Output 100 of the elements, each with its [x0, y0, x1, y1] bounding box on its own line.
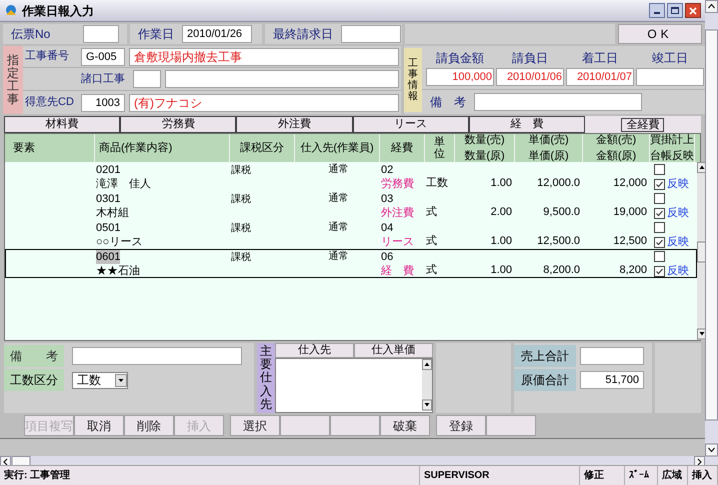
- blank-button[interactable]: [330, 415, 380, 436]
- table-row[interactable]: 0501 ○○リース 課税 通常 04 リース 式 1.00 12,500.0 12,500 反映: [5, 220, 697, 249]
- input-field[interactable]: [72, 347, 242, 365]
- table-cell: 0601: [96, 250, 120, 264]
- field-label: 売上合計: [514, 345, 576, 367]
- status-bar-item: 挿入: [688, 466, 718, 485]
- field-label: 作業日: [138, 26, 174, 43]
- ledger-link[interactable]: 反映: [667, 207, 689, 219]
- tab[interactable]: 経 費: [468, 116, 585, 133]
- status-bar-item: 修正: [580, 466, 625, 485]
- column-header: 課税区分: [230, 134, 295, 162]
- table-cell: 木村組: [96, 206, 129, 220]
- checked-checkbox-icon[interactable]: [654, 208, 665, 218]
- table-cell: 12,000: [613, 176, 647, 190]
- field-label: 工事番号: [24, 48, 70, 64]
- input-field[interactable]: 51,700: [580, 371, 644, 389]
- action-button[interactable]: 取消: [74, 415, 124, 436]
- checkbox-icon[interactable]: [654, 222, 665, 233]
- input-field[interactable]: (有)フナコシ: [129, 94, 399, 112]
- column-header: 要素: [5, 134, 95, 162]
- column-header: 単価(売) 単価(原): [515, 134, 583, 162]
- action-button[interactable]: 登録: [436, 415, 486, 436]
- vertical-scrollbar[interactable]: [705, 0, 718, 465]
- table-row[interactable]: 0601 ★★石油 課税 通常 06 経 費 式 1.00 8,200.0 8,200 反映: [5, 249, 697, 278]
- table-cell: 課税: [231, 223, 251, 234]
- column-header: 仕入単価: [354, 343, 433, 358]
- field-label: 着工日: [582, 50, 618, 67]
- checkbox-icon[interactable]: [654, 251, 665, 262]
- table-cell: 9,500.0: [543, 205, 580, 219]
- ledger-link[interactable]: 反映: [667, 265, 689, 277]
- ok-button[interactable]: OK: [618, 24, 702, 44]
- field-label: 原価合計: [514, 369, 576, 391]
- table-cell: 通常: [328, 163, 348, 177]
- checked-checkbox-icon[interactable]: [654, 236, 665, 248]
- tab[interactable]: 材料費: [4, 116, 120, 133]
- field-label: 竣工日: [652, 50, 688, 67]
- input-field[interactable]: [341, 25, 401, 43]
- table-cell: 1.00: [490, 263, 512, 277]
- input-field[interactable]: 2010/01/26: [182, 25, 252, 43]
- action-button[interactable]: 破棄: [380, 415, 430, 436]
- action-button[interactable]: 選択: [230, 415, 280, 436]
- table-cell: 03: [381, 192, 394, 206]
- table-cell: 労務費: [381, 177, 414, 191]
- blank-button[interactable]: [280, 415, 330, 436]
- close-button[interactable]: [685, 3, 701, 18]
- tab[interactable]: 労務費: [120, 116, 236, 133]
- tab[interactable]: 外注費: [236, 116, 353, 133]
- table-cell: 8,200: [619, 263, 647, 277]
- column-header: 買掛計上 台帳反映: [650, 134, 695, 162]
- table-row[interactable]: 0201 滝澤 佳人 課税 通常 02 労務費 工数 1.00 12,000.0 12,000 反映: [5, 162, 697, 191]
- blank-button[interactable]: [486, 415, 536, 436]
- checkbox-icon[interactable]: [654, 193, 665, 204]
- close-icon: [689, 6, 697, 14]
- input-field[interactable]: [580, 347, 644, 365]
- column-header: 仕入先(作業員): [295, 134, 380, 162]
- table-cell: 課税: [231, 165, 251, 176]
- column-header: 経費: [380, 134, 425, 162]
- field-label: 諸口工事: [81, 72, 126, 87]
- minimize-button[interactable]: [649, 3, 665, 18]
- table-cell: 12,500.0: [537, 234, 580, 248]
- column-header: 商品(作業内容): [95, 134, 230, 162]
- checked-checkbox-icon[interactable]: [654, 178, 665, 190]
- section-label: 工事情報: [404, 48, 422, 112]
- window-title: 作業日報入力: [22, 2, 94, 20]
- input-field[interactable]: [165, 70, 399, 88]
- table-cell: 通常: [328, 250, 348, 264]
- table-cell: 工数: [426, 176, 448, 190]
- input-field[interactable]: 倉敷現場内撤去工事: [129, 48, 399, 66]
- column-header: 金額(売) 金額(原): [583, 134, 650, 162]
- tab[interactable]: リース: [352, 116, 469, 133]
- input-field[interactable]: [83, 25, 119, 43]
- input-field[interactable]: [636, 68, 704, 86]
- table-cell: ○○リース: [96, 235, 142, 249]
- table-cell: 02: [381, 163, 394, 177]
- input-field[interactable]: 2010/01/06: [496, 68, 564, 86]
- vertical-scrollbar[interactable]: [422, 359, 432, 411]
- input-field[interactable]: 1003: [81, 94, 125, 112]
- field-label: 最終請求日: [273, 26, 333, 43]
- input-field[interactable]: 100,000: [426, 68, 494, 86]
- input-field[interactable]: G-005: [81, 48, 125, 66]
- table-cell: リース: [381, 235, 414, 249]
- field-label: 工数区分: [4, 369, 64, 391]
- tab[interactable]: 全経費: [584, 116, 702, 133]
- input-field[interactable]: [474, 93, 642, 111]
- action-button[interactable]: 削除: [124, 415, 174, 436]
- table-cell: 経 費: [381, 264, 414, 278]
- maximize-button[interactable]: [667, 3, 683, 18]
- ledger-link[interactable]: 反映: [667, 178, 689, 190]
- input-field[interactable]: [133, 70, 161, 88]
- checkbox-icon[interactable]: [654, 164, 665, 175]
- dropdown[interactable]: 工数: [72, 372, 128, 388]
- table-cell: 12,500: [613, 234, 647, 248]
- checked-checkbox-icon[interactable]: [654, 266, 665, 276]
- input-field[interactable]: 2010/01/07: [566, 68, 634, 86]
- status-bar-item: 実行: 工事管理: [0, 466, 420, 485]
- field-label: 請負日: [512, 50, 548, 67]
- ledger-link[interactable]: 反映: [667, 236, 689, 248]
- status-bar-item: 広域: [658, 466, 688, 485]
- table-row[interactable]: 0301 木村組 課税 通常 03 外注費 式 2.00 9,500.0 19,000 反映: [5, 191, 697, 220]
- table-cell: 式: [426, 234, 437, 248]
